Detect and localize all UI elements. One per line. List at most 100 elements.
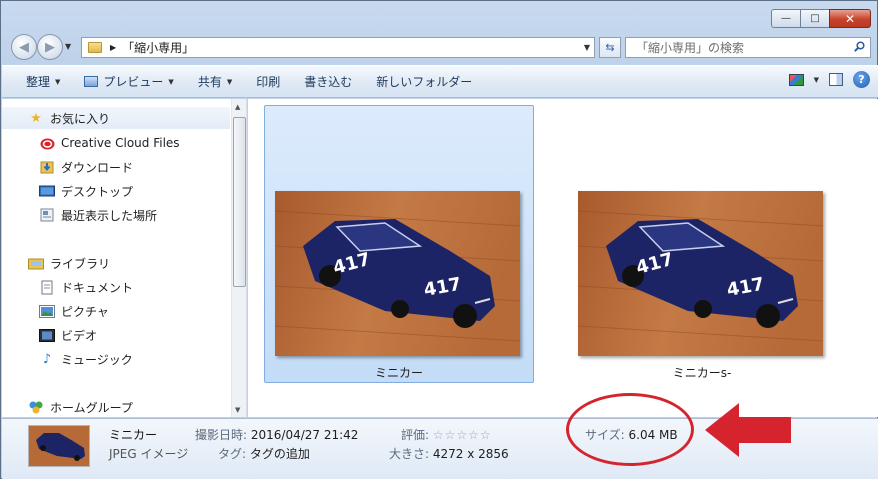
sidebar-item-label: デスクトップ — [61, 184, 134, 199]
image-thumbnail: 417 417 — [578, 191, 823, 356]
back-button[interactable]: ◀ — [11, 34, 37, 60]
organize-menu-button[interactable]: 整理 ▼ — [2, 70, 72, 94]
forward-arrow-icon: ▶ — [45, 39, 55, 55]
desktop-icon — [39, 184, 55, 198]
sidebar-item-label: ビデオ — [61, 328, 98, 343]
sidebar-item-label: ドキュメント — [61, 280, 134, 295]
address-row: ◀ ▶ ▼ ▶ 「縮小専用」 ▼ ⇆ 「縮小専用」の検索 — [9, 34, 871, 60]
nav-scrollbar[interactable]: ▲ ▼ — [231, 99, 246, 417]
sidebar-item-label: お気に入り — [50, 111, 111, 126]
dropdown-arrow-icon: ▼ — [55, 77, 61, 86]
sidebar-item-label: ホームグループ — [50, 400, 133, 415]
documents-icon — [39, 280, 55, 294]
sidebar-item-desktop[interactable]: デスクトップ — [2, 180, 230, 202]
sidebar-item-label: ダウンロード — [61, 160, 134, 175]
recent-pages-dropdown-icon[interactable]: ▼ — [65, 42, 71, 51]
sidebar-item-pictures[interactable]: ピクチャ — [2, 300, 230, 322]
share-label: 共有 — [197, 75, 222, 89]
scroll-up-arrow-icon[interactable]: ▲ — [235, 103, 240, 111]
sidebar-item-homegroup[interactable]: ホームグループ — [2, 396, 230, 417]
details-thumbnail — [28, 425, 90, 467]
preview-label: プレビュー — [103, 75, 164, 89]
date-taken-label: 撮影日時: — [195, 428, 248, 442]
tags-label: タグ: — [218, 447, 247, 461]
file-item[interactable]: 417 417 ミニカー — [264, 105, 534, 383]
search-placeholder: 「縮小専用」の検索 — [636, 41, 745, 55]
rating-stars-icon[interactable]: ☆☆☆☆☆ — [433, 428, 492, 442]
back-arrow-icon: ◀ — [19, 39, 29, 55]
details-file-name: ミニカー — [109, 428, 158, 442]
navigation-pane: ★ お気に入り Creative Cloud Files ダウンロード デスクト… — [2, 99, 247, 417]
scroll-down-arrow-icon[interactable]: ▼ — [235, 406, 240, 414]
new-folder-button[interactable]: 新しいフォルダー — [364, 70, 484, 94]
libraries-icon — [28, 256, 44, 270]
annotation-ellipse — [566, 393, 694, 466]
sidebar-item-label: ピクチャ — [61, 304, 109, 319]
change-view-icon[interactable] — [788, 73, 804, 86]
organize-label: 整理 — [26, 75, 51, 89]
sidebar-item-creative-cloud[interactable]: Creative Cloud Files — [2, 132, 230, 154]
sidebar-item-music[interactable]: ♪ ミュージック — [2, 348, 230, 370]
music-note-icon: ♪ — [42, 351, 52, 367]
rating-label: 評価: — [401, 428, 430, 442]
preview-menu-button[interactable]: プレビュー ▼ — [72, 70, 185, 94]
dropdown-arrow-icon: ▼ — [226, 77, 233, 86]
file-item[interactable]: 417 417 ミニカーs- — [567, 105, 837, 383]
breadcrumb-current-folder[interactable]: 「縮小専用」 — [122, 39, 194, 56]
minimize-button[interactable]: — — [771, 9, 801, 28]
help-icon[interactable]: ? — [853, 71, 870, 88]
close-button[interactable]: ✕ — [829, 9, 871, 28]
file-list: 417 417 ミニカー 417 417 ミニカーs- — [248, 99, 878, 417]
image-thumbnail: 417 417 — [275, 191, 520, 356]
date-taken-value[interactable]: 2016/04/27 21:42 — [251, 428, 359, 442]
homegroup-icon — [28, 400, 44, 414]
breadcrumb-chevron-icon[interactable]: ▶ — [110, 43, 116, 52]
minicar-photo: 417 417 — [275, 191, 520, 356]
sidebar-item-downloads[interactable]: ダウンロード — [2, 156, 230, 178]
dimensions-label: 大きさ: — [389, 447, 430, 461]
caption-buttons: — □ ✕ — [771, 9, 871, 28]
file-name: ミニカーs- — [672, 366, 732, 380]
sidebar-item-label: 最近表示した場所 — [61, 208, 158, 223]
annotation-arrow-icon — [705, 403, 791, 457]
sidebar-item-label: ミュージック — [61, 352, 133, 367]
share-menu-button[interactable]: 共有 ▼ — [186, 70, 244, 94]
search-icon[interactable] — [854, 41, 865, 52]
address-history-dropdown-icon[interactable]: ▼ — [584, 43, 590, 52]
preview-icon — [84, 76, 99, 87]
forward-button[interactable]: ▶ — [37, 34, 63, 60]
videos-icon — [39, 328, 55, 342]
pictures-icon — [39, 304, 55, 318]
recent-places-icon — [39, 208, 55, 222]
sidebar-item-libraries[interactable]: ライブラリ — [2, 252, 230, 274]
sidebar-item-recent-places[interactable]: 最近表示した場所 — [2, 204, 230, 226]
dimensions-value: 4272 x 2856 — [432, 447, 509, 461]
explorer-window: — □ ✕ ◀ ▶ ▼ ▶ 「縮小専用」 ▼ ⇆ 「縮小専用」の検索 整理 ▼ … — [0, 0, 878, 479]
dropdown-arrow-icon: ▼ — [168, 77, 174, 86]
refresh-icon: ⇆ — [605, 41, 615, 54]
dimensions-row: 大きさ: 4272 x 2856 — [389, 445, 509, 462]
star-icon: ★ — [30, 110, 42, 126]
burn-button[interactable]: 書き込む — [292, 70, 364, 94]
tags-value[interactable]: タグの追加 — [250, 447, 310, 461]
sidebar-item-favorites[interactable]: ★ お気に入り — [2, 107, 230, 129]
folder-icon — [88, 42, 102, 53]
refresh-button[interactable]: ⇆ — [599, 37, 621, 58]
scroll-thumb[interactable] — [233, 117, 246, 287]
minicar-photo: 417 417 — [578, 191, 823, 356]
search-input[interactable]: 「縮小専用」の検索 — [625, 37, 871, 58]
print-button[interactable]: 印刷 — [244, 70, 292, 94]
file-name: ミニカー — [374, 366, 423, 380]
view-dropdown-icon[interactable]: ▼ — [814, 76, 819, 84]
view-controls: ▼ ? — [788, 71, 870, 88]
sidebar-item-label: ライブラリ — [50, 256, 111, 271]
details-file-type: JPEG イメージ — [109, 447, 189, 461]
preview-pane-toggle-icon[interactable] — [829, 73, 843, 86]
rating-row: 評価: ☆☆☆☆☆ — [401, 426, 492, 443]
minicar-photo — [29, 426, 89, 466]
sidebar-item-documents[interactable]: ドキュメント — [2, 276, 230, 298]
sidebar-item-label: Creative Cloud Files — [61, 136, 180, 150]
maximize-button[interactable]: □ — [800, 9, 830, 28]
sidebar-item-videos[interactable]: ビデオ — [2, 324, 230, 346]
address-bar[interactable]: ▶ 「縮小専用」 ▼ — [81, 37, 595, 58]
